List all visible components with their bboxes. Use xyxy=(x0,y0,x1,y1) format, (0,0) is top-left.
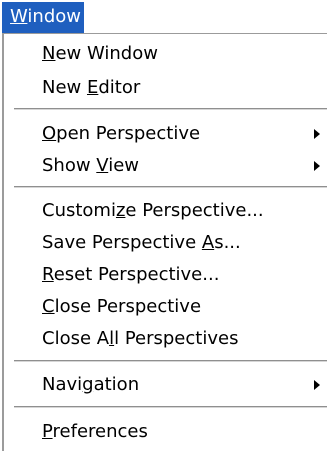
menu-item-label: Reset Perspective... xyxy=(42,264,220,285)
window-menu-title[interactable]: Window xyxy=(2,2,84,33)
menu-item-navigation[interactable]: Navigation xyxy=(4,369,327,400)
chevron-right-icon xyxy=(314,380,320,390)
menu-item-label: Preferences xyxy=(42,421,148,442)
menu-item-close-perspective[interactable]: Close Perspective xyxy=(4,291,327,322)
menu-item-label: Save Perspective As... xyxy=(42,232,241,253)
chevron-right-icon xyxy=(314,129,320,139)
window-menu: Window New Window New Editor Open Perspe… xyxy=(0,0,327,451)
menu-item-preferences[interactable]: Preferences xyxy=(4,416,327,447)
menu-item-open-perspective[interactable]: Open Perspective xyxy=(4,118,327,149)
menu-separator xyxy=(14,406,327,409)
menu-item-customize-perspective[interactable]: Customize Perspective... xyxy=(4,195,327,226)
menu-item-label: New Window xyxy=(42,43,158,64)
menu-item-label: Open Perspective xyxy=(42,123,201,144)
menu-separator xyxy=(14,108,327,111)
menu-item-label: Close Perspective xyxy=(42,296,202,317)
menu-item-show-view[interactable]: Show View xyxy=(4,150,327,181)
menu-item-save-perspective-as[interactable]: Save Perspective As... xyxy=(4,227,327,258)
menu-item-label: Customize Perspective... xyxy=(42,200,264,221)
chevron-right-icon xyxy=(314,161,320,171)
menu-bar: Window xyxy=(0,0,327,33)
menu-item-label: New Editor xyxy=(42,77,141,98)
mnemonic: W xyxy=(10,6,28,27)
menu-item-close-all-perspectives[interactable]: Close All Perspectives xyxy=(4,323,327,354)
menu-item-new-window[interactable]: New Window xyxy=(4,38,327,69)
menu-separator xyxy=(14,186,327,189)
menu-item-label: Show View xyxy=(42,155,140,176)
menu-item-label: Navigation xyxy=(42,374,140,395)
menu-item-label: Close All Perspectives xyxy=(42,328,239,349)
window-menu-dropdown: New Window New Editor Open Perspective S… xyxy=(2,33,327,451)
menu-item-reset-perspective[interactable]: Reset Perspective... xyxy=(4,259,327,290)
menu-separator xyxy=(14,360,327,363)
menu-item-new-editor[interactable]: New Editor xyxy=(4,72,327,103)
